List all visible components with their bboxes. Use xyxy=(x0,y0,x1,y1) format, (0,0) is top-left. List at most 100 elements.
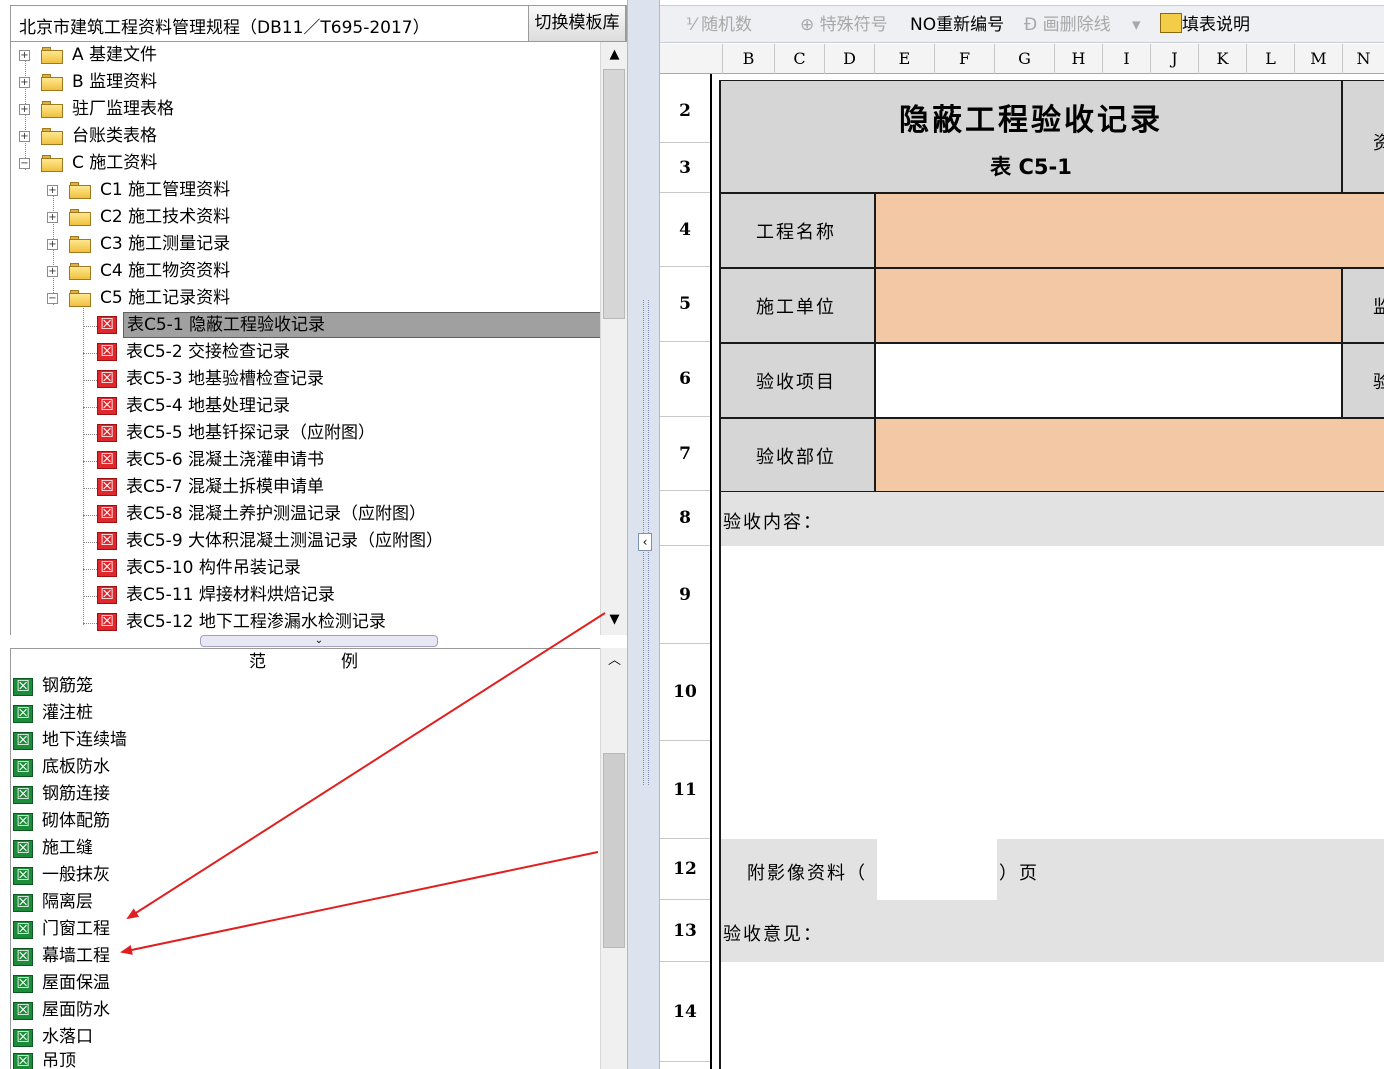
row-header[interactable]: 11 xyxy=(660,741,710,839)
column-header[interactable]: H xyxy=(1054,44,1102,74)
expand-icon[interactable]: + xyxy=(47,185,58,196)
column-header[interactable]: J xyxy=(1150,44,1198,74)
examples-scrollbar[interactable]: ︿ xyxy=(600,648,627,1069)
column-header[interactable]: B xyxy=(722,44,774,74)
row-header[interactable]: 9 xyxy=(660,546,710,644)
vertical-splitter[interactable]: ‹ xyxy=(627,0,660,1069)
row-headers: 2 3 4 5 6 7 8 9 10 11 12 13 14 xyxy=(660,74,712,1069)
open-folder-icon xyxy=(41,155,63,172)
folder-icon xyxy=(41,128,63,145)
column-header[interactable]: G xyxy=(994,44,1054,74)
expand-icon[interactable]: + xyxy=(19,104,30,115)
open-folder-icon xyxy=(69,290,91,307)
tree-item-c5-1[interactable]: ☒ 表C5-1 隐蔽工程验收记录 xyxy=(97,312,601,339)
strikethrough-button[interactable]: Ð 画删除线 xyxy=(1024,6,1111,44)
label-acceptance-date: 验 xyxy=(1342,343,1384,418)
chevron-up-icon[interactable]: ︿ xyxy=(601,648,628,674)
column-headers: B C D E F G H I J K L M N xyxy=(660,44,1384,74)
row-header[interactable]: 3 xyxy=(660,143,710,193)
scroll-thumb[interactable] xyxy=(603,69,625,319)
expand-icon[interactable]: + xyxy=(47,266,58,277)
excel-green-icon: ☒ xyxy=(13,1029,33,1047)
input-acceptance-part[interactable] xyxy=(875,418,1384,492)
row-header[interactable]: 8 xyxy=(660,491,710,546)
tree-guide-line xyxy=(83,295,84,625)
standard-title: 北京市建筑工程资料管理规程（DB11／T695-2017） xyxy=(19,18,430,38)
scroll-up-icon[interactable]: ▲ xyxy=(601,42,628,68)
row-header[interactable]: 14 xyxy=(660,962,710,1062)
column-header[interactable]: F xyxy=(934,44,994,74)
column-header[interactable]: L xyxy=(1246,44,1294,74)
label-construction-unit: 施工单位 xyxy=(719,268,875,343)
column-header[interactable]: N xyxy=(1342,44,1384,74)
chevron-down-icon: ▾ xyxy=(1132,15,1141,35)
collapse-icon[interactable]: − xyxy=(47,293,58,304)
excel-red-icon: ☒ xyxy=(97,316,117,334)
excel-red-icon: ☒ xyxy=(97,505,117,523)
label-acceptance-part: 验收部位 xyxy=(719,418,875,492)
excel-green-icon: ☒ xyxy=(13,948,33,966)
expand-icon[interactable]: + xyxy=(19,131,30,142)
spreadsheet-panel: ⅟ 随机数 ⊕ 特殊符号 NO重新编号 Ð 画删除线 ▾ 填表说明 B C D … xyxy=(660,0,1384,1069)
collapse-icon[interactable]: − xyxy=(19,158,30,169)
fill-help-button[interactable]: 填表说明 xyxy=(1160,6,1250,44)
excel-green-icon: ☒ xyxy=(13,732,33,750)
excel-green-icon: ☒ xyxy=(13,786,33,804)
row-header[interactable]: 2 xyxy=(660,74,710,143)
row-header[interactable]: 6 xyxy=(660,342,710,417)
expand-icon[interactable]: + xyxy=(19,50,30,61)
renumber-button[interactable]: NO重新编号 xyxy=(910,6,1004,44)
folder-icon xyxy=(69,209,91,226)
horizontal-splitter[interactable]: ⌄ xyxy=(200,635,438,647)
excel-red-icon: ☒ xyxy=(97,370,117,388)
strikethrough-dropdown[interactable]: ▾ xyxy=(1132,6,1141,44)
switch-template-library-button[interactable]: 切换模板库 xyxy=(528,5,626,42)
strikethrough-icon: Ð xyxy=(1024,15,1043,35)
row-header[interactable]: 5 xyxy=(660,267,710,342)
excel-red-icon: ☒ xyxy=(97,397,117,415)
examples-list: 范 例 ☒ 钢筋笼 ☒ 灌注桩 ☒ 地下连续墙 ☒ 底板防水 ☒ 钢筋连接 ☒ … xyxy=(10,648,600,1069)
column-header[interactable]: I xyxy=(1102,44,1150,74)
input-acceptance-content[interactable] xyxy=(719,546,1384,839)
excel-green-icon: ☒ xyxy=(13,894,33,912)
select-all-corner[interactable] xyxy=(660,44,722,74)
template-tree: + A 基建文件 + B 监理资料 + 驻厂监理表格 + 台账类表格 − C 施… xyxy=(10,42,627,635)
row-header[interactable]: 10 xyxy=(660,644,710,741)
column-header[interactable]: D xyxy=(824,44,874,74)
form-subtitle: 表 C5-1 xyxy=(990,155,1072,179)
input-acceptance-item[interactable] xyxy=(875,343,1342,418)
excel-red-icon: ☒ xyxy=(97,613,117,631)
form-title-cell[interactable]: 隐蔽工程验收记录 表 C5-1 xyxy=(719,80,1342,193)
scroll-thumb[interactable] xyxy=(603,753,625,948)
chevron-left-icon[interactable]: ‹ xyxy=(638,533,652,551)
special-symbol-button[interactable]: ⊕ 特殊符号 xyxy=(800,6,888,44)
opinion-label-row: 验收意见： xyxy=(719,900,1384,962)
column-header[interactable]: C xyxy=(774,44,824,74)
input-acceptance-opinion[interactable] xyxy=(719,962,1384,1069)
excel-red-icon: ☒ xyxy=(97,586,117,604)
chevron-down-icon[interactable]: ⌄ xyxy=(315,635,323,646)
tree-scrollbar[interactable]: ▲ ▼ xyxy=(600,42,627,635)
column-header[interactable]: K xyxy=(1198,44,1246,74)
expand-icon[interactable]: + xyxy=(19,77,30,88)
row-header[interactable]: 13 xyxy=(660,900,710,962)
folder-icon xyxy=(41,47,63,64)
expand-icon[interactable]: + xyxy=(47,239,58,250)
excel-green-icon: ☒ xyxy=(13,867,33,885)
input-attachment-pages[interactable] xyxy=(877,839,997,900)
form-side-cell[interactable]: 资 xyxy=(1342,80,1384,193)
random-number-button[interactable]: ⅟ 随机数 xyxy=(686,6,752,44)
column-header[interactable]: M xyxy=(1294,44,1342,74)
row-header[interactable]: 4 xyxy=(660,193,710,267)
excel-green-icon: ☒ xyxy=(13,678,33,696)
row-header[interactable]: 12 xyxy=(660,839,710,900)
symbol-icon: ⊕ xyxy=(800,15,820,35)
input-construction-unit[interactable] xyxy=(875,268,1342,343)
expand-icon[interactable]: + xyxy=(47,212,58,223)
input-project-name[interactable] xyxy=(875,193,1384,268)
column-header[interactable]: E xyxy=(874,44,934,74)
scroll-down-icon[interactable]: ▼ xyxy=(601,607,628,633)
excel-green-icon: ☒ xyxy=(13,705,33,723)
row-header[interactable]: 7 xyxy=(660,417,710,491)
excel-green-icon: ☒ xyxy=(13,759,33,777)
